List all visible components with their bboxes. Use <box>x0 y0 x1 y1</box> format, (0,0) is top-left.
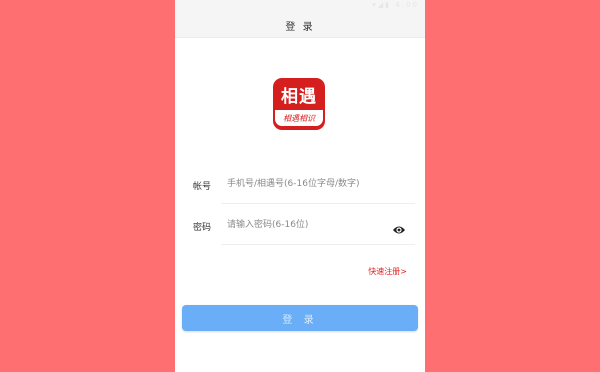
page-title: 登 录 <box>285 22 315 33</box>
status-time: 4:00 <box>395 1 419 9</box>
quick-register-link[interactable]: 快速注册> <box>368 266 407 277</box>
eye-icon-svg <box>393 226 405 234</box>
logo-strip: 相遇相识 <box>275 110 323 126</box>
title-bar: 登 录 <box>175 11 425 38</box>
status-bar: ▾◢▮ 4:00 <box>175 0 425 11</box>
app-logo: 相遇 相遇相识 <box>273 78 325 130</box>
account-divider <box>221 203 415 204</box>
logo-slogan: 相遇相识 <box>283 114 315 123</box>
password-label: 密码 <box>193 223 212 233</box>
phone-screen: ▾◢▮ 4:00 登 录 相遇 相遇相识 帐号 密码 快速注册> 登 录 <box>175 0 425 372</box>
status-icons: ▾◢▮ 4:00 <box>372 1 419 9</box>
eye-icon[interactable] <box>392 220 406 234</box>
login-button[interactable]: 登 录 <box>182 305 418 331</box>
password-divider <box>221 244 415 245</box>
account-input[interactable] <box>227 176 387 192</box>
account-label: 帐号 <box>193 182 212 192</box>
password-input[interactable] <box>227 217 387 233</box>
battery-icon: ▮ <box>385 1 392 9</box>
logo-name: 相遇 <box>281 87 317 107</box>
